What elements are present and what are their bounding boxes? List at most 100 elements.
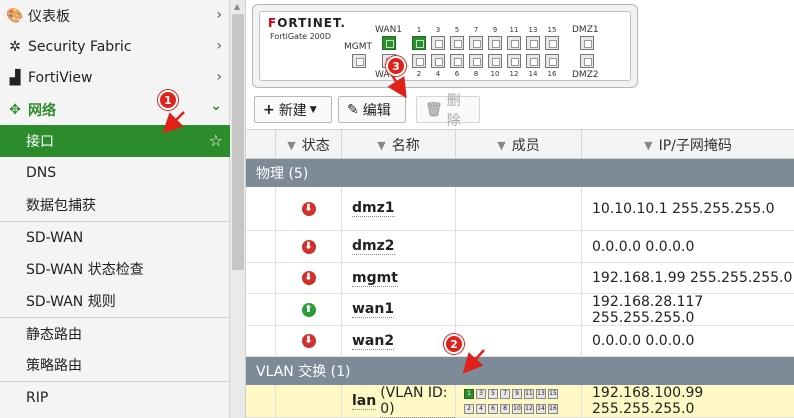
table-row[interactable]: ⬇ wan2 0.0.0.0 0.0.0.0 — [246, 326, 794, 357]
members-cell — [456, 187, 582, 230]
switch-port-9[interactable] — [488, 36, 502, 50]
sidebar-item-label: RIP — [26, 389, 49, 406]
status-down-icon: ⬇ — [301, 239, 316, 254]
select-column-header[interactable] — [246, 130, 276, 160]
sidebar-item-label: SD-WAN 规则 — [26, 294, 116, 310]
sidebar-item-dashboard[interactable]: 🎨 仪表板 › — [0, 0, 230, 32]
member-port: 2 — [464, 404, 474, 414]
table-row[interactable]: ⬇ dmz2 0.0.0.0 0.0.0.0 — [246, 231, 794, 263]
filter-icon[interactable]: ▼ — [497, 139, 505, 152]
switch-port-number: 5 — [454, 26, 460, 34]
switch-port-2[interactable] — [412, 54, 426, 68]
sidebar-item-rip[interactable]: RIP — [0, 381, 230, 413]
switch-port-13[interactable] — [526, 36, 540, 50]
create-new-button[interactable]: + 新建 ▼ — [254, 96, 332, 123]
favorite-star-icon[interactable]: ☆ — [209, 131, 223, 150]
switch-port-14[interactable] — [526, 54, 540, 68]
switch-port-number: 6 — [454, 70, 460, 78]
switch-port-8[interactable] — [469, 54, 483, 68]
status-cell: ⬆ — [276, 294, 342, 325]
row-select-cell[interactable] — [246, 231, 276, 262]
member-port: 15 — [548, 389, 558, 399]
sidebar-item-label: 接口 — [26, 134, 54, 150]
edit-button[interactable]: ✎ 编辑 — [338, 96, 406, 123]
sidebar-item-sd-wan-status-check[interactable]: SD-WAN 状态检查 — [0, 253, 230, 285]
row-select-cell[interactable] — [246, 263, 276, 293]
table-row[interactable]: ⬆ wan1 192.168.28.117 255.255.255.0 — [246, 294, 794, 326]
ip-netmask: 192.168.100.99 255.255.255.0 — [592, 385, 704, 417]
interface-name[interactable]: mgmt — [342, 263, 456, 293]
sidebar-item-sd-wan-rules[interactable]: SD-WAN 规则 — [0, 285, 230, 317]
column-header-status[interactable]: ▼ 状态 — [276, 130, 342, 160]
sidebar-item-dns[interactable]: DNS — [0, 157, 230, 189]
member-port: 3 — [476, 389, 486, 399]
fortiview-chart-icon: ▟ — [9, 70, 21, 86]
sidebar-item-packet-capture[interactable]: 数据包捕获 — [0, 189, 230, 221]
filter-icon[interactable]: ▼ — [377, 139, 385, 152]
interface-name[interactable]: dmz2 — [342, 231, 456, 262]
members-cell — [456, 263, 582, 293]
table-row[interactable]: ⬇ mgmt 192.168.1.99 255.255.255.0 — [246, 263, 794, 294]
switch-port-number: 3 — [435, 26, 441, 34]
switch-port-number: 8 — [473, 70, 479, 78]
sidebar-item-static-routes[interactable]: 静态路由 — [0, 317, 230, 349]
switch-port-number: 12 — [509, 70, 519, 78]
column-header-name[interactable]: ▼ 名称 — [342, 130, 456, 160]
switch-port-12[interactable] — [507, 54, 521, 68]
switch-port-number: 4 — [435, 70, 441, 78]
switch-port-4[interactable] — [431, 54, 445, 68]
sidebar-item-fortiview[interactable]: ▟ FortiView › — [0, 62, 230, 94]
sidebar-item-label: DNS — [26, 165, 57, 181]
interface-name[interactable]: wan1 — [342, 294, 456, 325]
switch-port-6[interactable] — [450, 54, 464, 68]
switch-port-10[interactable] — [488, 54, 502, 68]
member-port: 6 — [488, 404, 498, 414]
dmz1-port[interactable] — [580, 36, 594, 50]
sidebar-item-network[interactable]: ✥ 网络 ⌄ — [0, 94, 230, 126]
sidebar-item-label: 策略路由 — [26, 358, 82, 374]
member-port: 13 — [536, 389, 546, 399]
switch-port-15[interactable] — [545, 36, 559, 50]
row-select-cell[interactable] — [246, 294, 276, 325]
scroll-up-arrow-icon[interactable]: ▲ — [234, 3, 240, 11]
status-cell: ⬇ — [276, 263, 342, 293]
interface-name[interactable]: dmz1 — [342, 187, 456, 230]
table-header: ▼ 状态 ▼ 名称 ▼ 成员 ▼ IP/子网掩码 — [246, 129, 794, 160]
table-row[interactable]: lan (VLAN ID: 0) 1 3 5 7 9 11 13 15 2 4 6 8 10 12 14 16 … — [246, 385, 794, 418]
group-header-vlan-switch[interactable]: VLAN 交换 (1) — [246, 357, 794, 385]
row-select-cell[interactable] — [246, 385, 276, 417]
interface-name[interactable]: wan2 — [342, 326, 456, 356]
delete-button[interactable]: 🗑 删除 — [416, 93, 480, 129]
interface-name[interactable]: lan (VLAN ID: 0) — [342, 385, 456, 418]
members-cell — [456, 326, 582, 356]
sidebar-item-security-fabric[interactable]: ✲ Security Fabric › — [0, 31, 230, 63]
column-header-members[interactable]: ▼ 成员 — [456, 130, 582, 160]
switch-port-11[interactable] — [507, 36, 521, 50]
sidebar-scrollbar-thumb[interactable] — [232, 14, 244, 270]
sidebar-scrollbar[interactable]: ▲ — [230, 0, 246, 418]
dmz2-port[interactable] — [580, 54, 594, 68]
sidebar-item-policy-routes[interactable]: 策略路由 — [0, 349, 230, 381]
member-port: 11 — [524, 389, 534, 399]
switch-port-3[interactable] — [431, 36, 445, 50]
members-cell — [456, 231, 582, 262]
row-select-cell[interactable] — [246, 326, 276, 356]
chevron-down-icon: ⌄ — [210, 98, 222, 114]
row-select-cell[interactable] — [246, 187, 276, 230]
switch-port-7[interactable] — [469, 36, 483, 50]
sidebar-item-sd-wan[interactable]: SD-WAN — [0, 221, 230, 253]
sidebar-item-interfaces[interactable]: 接口 ☆ — [0, 125, 230, 157]
annotation-badge-3: 3 — [386, 56, 406, 76]
filter-icon[interactable]: ▼ — [287, 139, 295, 152]
status-cell: ⬇ — [276, 187, 342, 230]
mgmt-port[interactable] — [352, 54, 366, 68]
column-header-ip-netmask[interactable]: ▼ IP/子网掩码 — [582, 130, 794, 160]
sidebar-item-label: Security Fabric — [28, 39, 132, 55]
filter-icon[interactable]: ▼ — [644, 139, 652, 152]
switch-port-5[interactable] — [450, 36, 464, 50]
switch-port-16[interactable] — [545, 54, 559, 68]
table-row[interactable]: ⬇ dmz1 10.10.10.1 255.255.255.0 — [246, 187, 794, 231]
group-header-physical[interactable]: 物理 (5) — [246, 159, 794, 187]
switch-port-1[interactable] — [412, 36, 426, 50]
wan1-port[interactable] — [382, 36, 396, 50]
